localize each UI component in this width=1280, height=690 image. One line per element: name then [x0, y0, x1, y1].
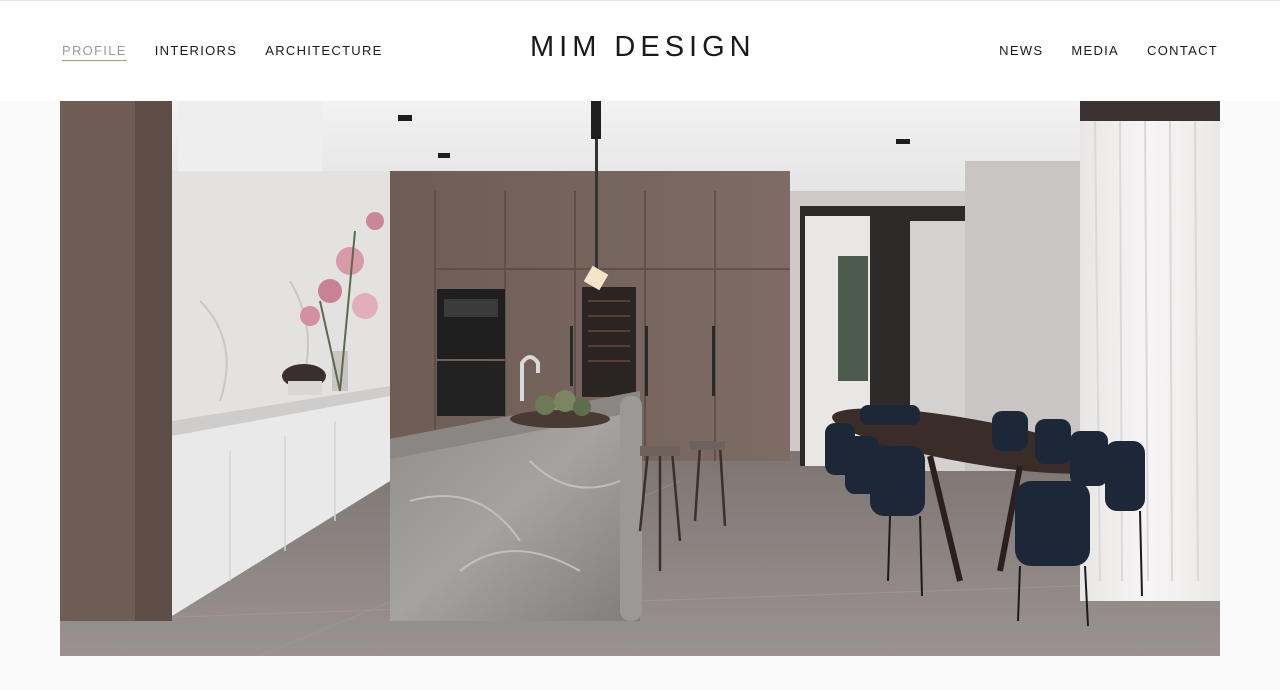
wine-fridge: [582, 287, 636, 397]
site-logo[interactable]: MIM DESIGN: [530, 31, 752, 64]
nav-link-news[interactable]: NEWS: [999, 43, 1043, 60]
sheer-curtain: [1080, 101, 1220, 601]
nav-link-contact[interactable]: CONTACT: [1147, 43, 1218, 60]
site-header: PROFILE INTERIORS ARCHITECTURE MIM DESIG…: [0, 1, 1280, 101]
nav-link-interiors[interactable]: INTERIORS: [155, 43, 237, 61]
nav-link-architecture[interactable]: ARCHITECTURE: [265, 43, 382, 61]
primary-nav-right: NEWS MEDIA CONTACT: [999, 43, 1218, 60]
wall-artwork: [838, 256, 868, 381]
hero-image: [60, 101, 1220, 656]
pendant-light: [591, 101, 601, 139]
nav-link-profile[interactable]: PROFILE: [62, 43, 127, 61]
fruit-bowl: [510, 410, 610, 428]
hero-kitchen-illustration: [60, 101, 1220, 656]
primary-nav-left: PROFILE INTERIORS ARCHITECTURE: [62, 43, 383, 61]
nav-link-media[interactable]: MEDIA: [1071, 43, 1119, 60]
